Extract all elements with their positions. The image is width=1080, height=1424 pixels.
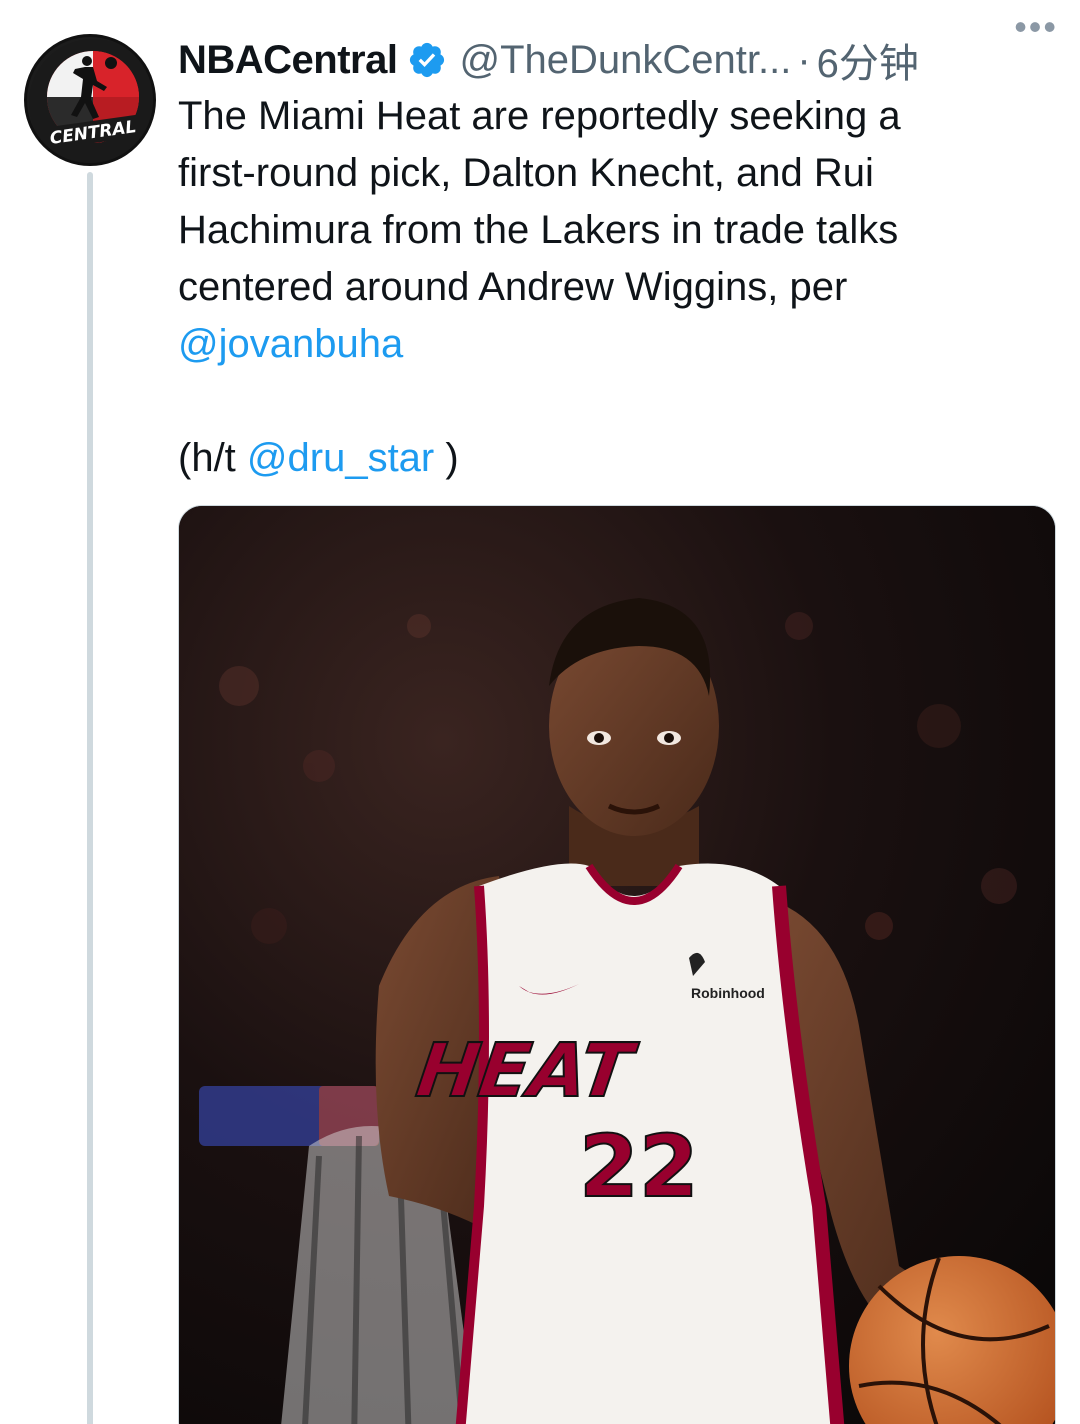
more-options-icon[interactable]: •••	[1014, 6, 1058, 48]
hat-tip-prefix: (h/t	[178, 436, 247, 480]
tweet-header: NBACentral @TheDunkCentr... · 6分钟	[178, 32, 1058, 88]
verified-badge-icon	[407, 40, 447, 80]
tweet-media-photo[interactable]: Robinhood HEAT 22	[178, 505, 1056, 1424]
tweet-text: The Miami Heat are reportedly seeking a …	[178, 88, 1038, 373]
jersey-number: 22	[579, 1117, 699, 1217]
jersey-sponsor: Robinhood	[691, 985, 765, 1001]
tweet-card[interactable]: CENTRAL NBACentral @TheDunkCentr... · 6分…	[0, 0, 1080, 1424]
tweet-text-line: The Miami Heat are reportedly seeking a	[178, 94, 901, 138]
hat-tip-suffix: )	[434, 436, 459, 480]
mention-link-dru-star[interactable]: @dru_star	[247, 436, 434, 480]
hat-tip-line: (h/t @dru_star )	[178, 430, 459, 487]
nbacentral-logo: CENTRAL	[29, 39, 153, 163]
player-photo: Robinhood HEAT 22	[179, 506, 1055, 1424]
tweet-timestamp[interactable]: 6分钟	[817, 31, 919, 89]
header-separator: ·	[797, 37, 811, 82]
jersey-team-name: HEAT	[412, 1027, 643, 1114]
author-handle[interactable]: @TheDunkCentr...	[459, 38, 791, 83]
mention-link-jovanbuha[interactable]: @jovanbuha	[178, 322, 403, 366]
thread-line	[87, 172, 93, 1424]
author-display-name[interactable]: NBACentral	[178, 38, 398, 83]
tweet-text-line: first-round pick, Dalton Knecht, and Rui	[178, 151, 874, 195]
author-avatar[interactable]: CENTRAL	[24, 34, 156, 166]
tweet-text-line: Hachimura from the Lakers in trade talks	[178, 208, 899, 252]
tweet-text-line: centered around Andrew Wiggins, per	[178, 265, 848, 309]
